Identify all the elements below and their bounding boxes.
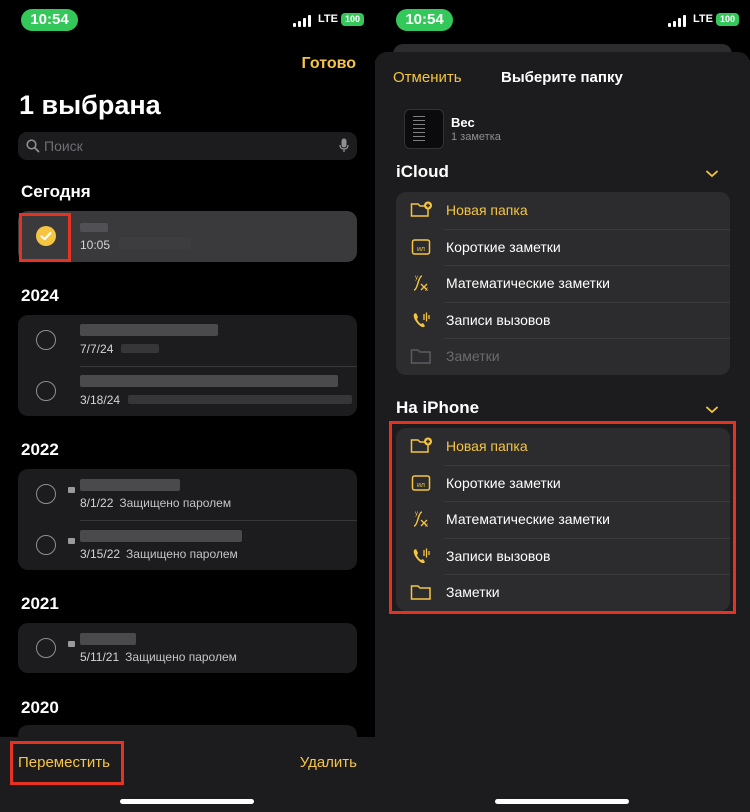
note-date: 7/7/24: [80, 342, 114, 356]
math-notes-icon: yx: [413, 275, 428, 293]
note-thumbnail: [404, 109, 444, 149]
cancel-button[interactable]: Отменить: [393, 69, 462, 86]
unchecked-circle-icon[interactable]: [36, 484, 56, 504]
battery-icon: 100: [341, 13, 364, 26]
folder-label: Записи вызовов: [446, 311, 551, 328]
icloud-header[interactable]: iCloud: [396, 162, 449, 182]
note-preview-redacted: [121, 344, 159, 353]
section-header-2022: 2022: [21, 440, 59, 459]
note-item[interactable]: 8/1/22 Защищено паролем: [18, 469, 357, 520]
network-label: LTE: [693, 13, 713, 25]
status-bar: 10:54 LTE 100: [0, 9, 375, 33]
locked-label: Защищено паролем: [125, 650, 237, 664]
icloud-folder-list: Новая папка ил Короткие заметки yx Матем…: [396, 192, 730, 375]
note-date: 3/18/24: [80, 393, 121, 407]
signal-icon: [668, 15, 686, 27]
unchecked-circle-icon[interactable]: [36, 330, 56, 350]
folder-label: Новая папка: [446, 202, 528, 218]
status-time: 10:54: [396, 9, 453, 31]
home-indicator: [120, 799, 254, 804]
home-indicator: [495, 799, 629, 804]
svg-text:y: y: [415, 275, 418, 281]
note-preview-redacted: [128, 395, 352, 404]
selected-note-count: 1 заметка: [451, 131, 501, 143]
icloud-notes-folder: Заметки: [396, 338, 730, 375]
notes-group-2021: 5/11/21 Защищено паролем: [18, 623, 357, 673]
status-time: 10:54: [21, 9, 78, 31]
lock-icon: [68, 487, 75, 493]
locked-label: Защищено паролем: [126, 547, 238, 561]
delete-button[interactable]: Удалить: [300, 754, 357, 771]
note-date: 3/15/22: [80, 547, 121, 561]
folder-label: Короткие заметки: [446, 238, 561, 255]
lock-icon: [68, 538, 75, 544]
note-title-redacted: [80, 479, 180, 491]
folder-picker-panel: 10:54 LTE 100 Отменить Выберите папку Ве…: [375, 0, 750, 812]
highlight-move-button: [10, 741, 124, 785]
microphone-icon[interactable]: [339, 138, 349, 154]
icloud-new-folder[interactable]: Новая папка: [396, 192, 730, 229]
quick-notes-icon: ил: [411, 238, 431, 255]
new-folder-icon: [410, 201, 432, 217]
lock-icon: [68, 641, 75, 647]
locked-label: Защищено паролем: [119, 496, 232, 510]
chevron-down-icon[interactable]: [706, 170, 718, 178]
note-date: 8/1/22: [80, 496, 114, 510]
note-title-redacted: [80, 223, 108, 232]
note-date: 10:05: [80, 238, 111, 252]
section-header-2020: 2020: [21, 698, 59, 717]
unchecked-circle-icon[interactable]: [36, 535, 56, 555]
note-date: 5/11/21: [80, 650, 120, 664]
note-item[interactable]: 7/7/24: [18, 315, 357, 366]
note-title-redacted: [80, 633, 136, 645]
status-bar: 10:54 LTE 100: [375, 9, 750, 33]
search-placeholder: Поиск: [44, 138, 83, 154]
svg-text:ил: ил: [417, 246, 425, 253]
note-item[interactable]: 3/15/22 Защищено паролем: [18, 520, 357, 570]
icloud-quick-notes[interactable]: ил Короткие заметки: [396, 228, 730, 266]
folder-label: Заметки: [446, 348, 500, 364]
note-preview-redacted: [119, 237, 191, 249]
note-title-redacted: [80, 530, 242, 542]
call-recording-icon: [413, 312, 430, 327]
icloud-math-notes[interactable]: yx Математические заметки: [396, 265, 730, 302]
section-header-2021: 2021: [21, 594, 59, 613]
iphone-header[interactable]: На iPhone: [396, 398, 479, 418]
done-button[interactable]: Готово: [302, 55, 356, 73]
bottom-toolbar: Переместить Удалить: [0, 737, 375, 812]
notes-group-2022: 8/1/22 Защищено паролем 3/15/22 Защищено п…: [18, 469, 357, 570]
notes-list-panel: 10:54 LTE 100 Готово 1 выбрана Поиск Сег…: [0, 0, 375, 812]
selected-note-title: Вес: [451, 115, 475, 130]
unchecked-circle-icon[interactable]: [36, 638, 56, 658]
notes-group-2024: 7/7/24 3/18/24: [18, 315, 357, 416]
section-header-2024: 2024: [21, 286, 59, 305]
note-item[interactable]: 5/11/21 Защищено паролем: [18, 623, 357, 673]
battery-icon: 100: [716, 13, 739, 26]
note-title-redacted: [80, 324, 218, 336]
unchecked-circle-icon[interactable]: [36, 381, 56, 401]
folder-icon: [410, 349, 431, 364]
folder-label: Математические заметки: [446, 275, 610, 291]
note-title-redacted: [80, 375, 338, 387]
search-input[interactable]: Поиск: [18, 132, 357, 160]
chevron-down-icon[interactable]: [706, 406, 718, 414]
note-item[interactable]: 3/18/24: [18, 366, 357, 416]
network-label: LTE: [318, 13, 338, 25]
signal-icon: [293, 15, 311, 27]
icloud-call-records[interactable]: Записи вызовов: [396, 301, 730, 339]
page-title: 1 выбрана: [19, 90, 161, 120]
search-icon: [26, 139, 40, 153]
folder-sheet: Отменить Выберите папку Вес 1 заметка iC…: [375, 52, 750, 812]
highlight-checkbox: [19, 213, 71, 262]
highlight-iphone-folders: [389, 421, 736, 614]
section-header-today: Сегодня: [21, 182, 91, 201]
sheet-title: Выберите папку: [501, 69, 623, 86]
